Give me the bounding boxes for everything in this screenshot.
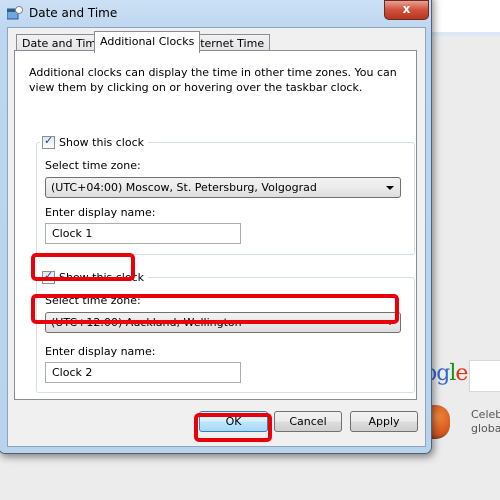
clock-1-timezone-value: (UTC+04:00) Moscow, St. Petersburg, Volg… <box>51 181 317 194</box>
date-and-time-dialog: Date and Time x Date and Time Additional… <box>0 0 432 454</box>
logo-letter: e <box>455 361 468 386</box>
tab-additional-clocks[interactable]: Additional Clocks <box>94 31 201 53</box>
close-button[interactable]: x <box>384 0 429 20</box>
clock-1-name-input[interactable]: Clock 1 <box>45 223 241 244</box>
dropdown-arrow-icon <box>386 186 394 190</box>
news-snippet[interactable]: Celebglobal <box>471 408 500 436</box>
clock-1-name-label: Enter display name: <box>45 206 156 219</box>
google-search-input[interactable] <box>469 360 500 392</box>
clock-1-show-checkbox[interactable]: Show this clock <box>40 134 148 149</box>
browser-address-area <box>430 0 500 33</box>
close-icon: x <box>402 2 411 16</box>
clock-2-name-input[interactable]: Clock 2 <box>45 362 241 383</box>
calendar-clock-icon <box>7 6 23 20</box>
checkbox-checked-icon[interactable] <box>42 134 55 149</box>
clock-1-timezone-label: Select time zone: <box>45 159 141 172</box>
additional-clocks-panel: Additional clocks can display the time i… <box>14 50 417 400</box>
clock-2-name-label: Enter display name: <box>45 345 156 358</box>
dialog-title: Date and Time <box>29 6 118 20</box>
dialog-client-area: Date and Time Additional Clocks Internet… <box>7 27 426 447</box>
highlight-show-this-clock <box>31 253 135 281</box>
panel-description: Additional clocks can display the time i… <box>29 66 397 94</box>
apply-button[interactable]: Apply <box>350 411 418 432</box>
clock-1-show-label: Show this clock <box>59 136 144 149</box>
logo-letter: g <box>436 361 450 386</box>
cancel-button[interactable]: Cancel <box>274 411 342 432</box>
snippet-line: Celeb <box>471 408 500 421</box>
highlight-ok-button <box>194 413 272 442</box>
snippet-line: global <box>471 422 500 435</box>
clock-1-timezone-select[interactable]: (UTC+04:00) Moscow, St. Petersburg, Volg… <box>45 177 401 198</box>
highlight-timezone-select <box>31 294 399 324</box>
browser-toolbar-strip <box>430 32 500 36</box>
